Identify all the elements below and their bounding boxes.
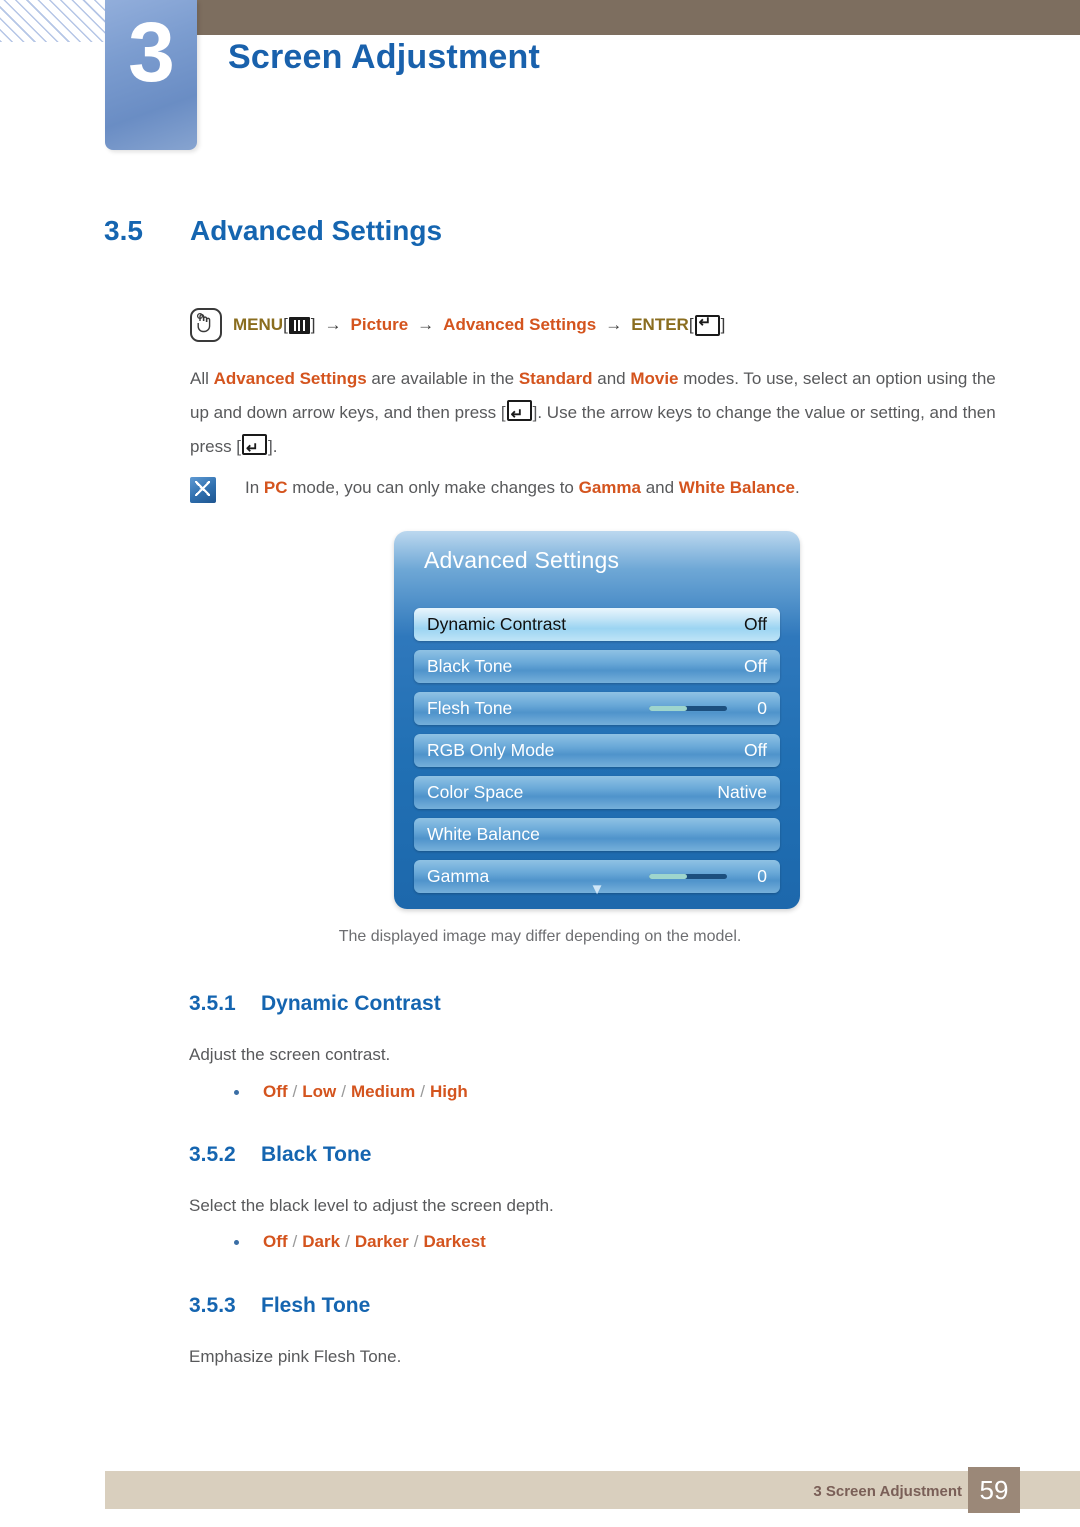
subsection-title: Flesh Tone [261,1294,371,1317]
breadcrumb-menu-label: MENU [233,315,284,334]
subsection-description: Adjust the screen contrast. [189,1045,391,1064]
osd-row[interactable]: Black Tone Off [414,650,780,683]
option-value: Dark [302,1232,341,1251]
subsection-number: 3.5.2 [189,1143,236,1166]
option-value: Off [263,1082,288,1101]
osd-slider[interactable] [649,874,728,879]
osd-row[interactable]: Dynamic Contrast Off [414,608,780,641]
note-pencil-icon [190,477,216,503]
osd-row[interactable]: Flesh Tone 0 [414,692,780,725]
osd-panel: Advanced Settings Dynamic Contrast Off Bla… [394,531,800,909]
footer-page-number: 59 [968,1467,1020,1513]
bracket-open-2: [ [688,315,694,334]
osd-row-label: Flesh Tone [427,698,513,718]
note-text: In PC mode, you can only make changes to… [245,477,800,498]
option-value: Low [302,1082,337,1101]
intro-hl-standard: Standard [518,369,593,388]
chapter-title: Screen Adjustment [228,38,540,76]
breadcrumb-arrow-3: → [605,315,623,334]
bullet-dot [234,1089,239,1095]
osd-row-value: Native [717,782,767,802]
note-hl-pc: PC [263,478,288,497]
note-text-d: . [794,478,800,497]
section-heading: 3.5 Advanced Settings [104,215,442,247]
intro-paragraph: All Advanced Settings are available in t… [190,362,1010,466]
note-hl-white-balance: White Balance [678,478,795,497]
section-number: 3.5 [104,215,143,246]
option-separator: / [292,1232,298,1251]
breadcrumb-enter-label: ENTER [631,315,689,334]
subsection-options: Off / Dark / Darker / Darkest [234,1232,486,1252]
subsection-heading: 3.5.1 Dynamic Contrast [189,992,441,1016]
option-separator: / [420,1082,425,1101]
intro-text-c: and [592,369,631,388]
breadcrumb-arrow-2: → [417,315,435,334]
subsection-title: Black Tone [261,1143,372,1166]
osd-row[interactable]: RGB Only Mode Off [414,734,780,767]
option-separator: / [341,1082,347,1101]
osd-row-value: 0 [757,698,767,718]
breadcrumb-advanced-settings: Advanced Settings [443,315,597,334]
osd-row-label: RGB Only Mode [427,740,555,760]
breadcrumb-arrow-1: → [324,315,342,334]
osd-row-value: Off [743,656,767,676]
section-title: Advanced Settings [190,215,443,246]
option-value: High [429,1082,468,1101]
osd-row-label: Dynamic Contrast [427,614,567,634]
osd-row-label: Black Tone [427,656,513,676]
option-value: Darker [354,1232,409,1251]
osd-panel-title: Advanced Settings [424,547,620,573]
subsection-description: Select the black level to adjust the scr… [189,1196,554,1215]
header-brown-bar [197,0,1080,35]
intro-text-a: All [190,369,214,388]
subsection-options: Off / Low / Medium / High [234,1082,468,1102]
note-hl-gamma: Gamma [578,478,641,497]
bracket-open: [ [283,315,288,334]
osd-caption: The displayed image may differ depending… [338,928,742,945]
subsection-heading: 3.5.2 Black Tone [189,1143,371,1167]
osd-menu-list: Dynamic Contrast Off Black Tone Off Flesh To… [414,608,780,902]
footer-chapter-label: 3 Screen Adjustment [813,1483,962,1500]
osd-scroll-down-icon[interactable]: ▼ [394,882,800,897]
intro-hl-advanced-settings: Advanced Settings [213,369,367,388]
subsection-heading: 3.5.3 Flesh Tone [189,1294,370,1318]
breadcrumb-picture: Picture [350,315,409,334]
osd-row-label: White Balance [427,824,540,844]
osd-row-value: Off [743,740,767,760]
bracket-close: ] [310,315,316,334]
decorative-hatch-pattern [0,0,112,42]
osd-row[interactable]: White Balance [414,818,780,851]
option-value: Darkest [423,1232,486,1251]
osd-slider[interactable] [649,706,728,711]
bracket-close-2: ] [720,315,726,334]
osd-row-value: Off [743,614,767,634]
subsection-number: 3.5.3 [189,1294,236,1317]
intro-hl-movie: Movie [630,369,679,388]
note-text-b: mode, you can only make changes to [287,478,579,497]
menu-bars-icon [288,316,310,334]
note-block: In PC mode, you can only make changes to… [190,477,800,503]
osd-row-label: Color Space [427,782,524,802]
enter-key-icon [694,313,720,336]
note-text-c: and [640,478,679,497]
option-value: Off [263,1232,288,1251]
intro-text-f: ]. [268,437,278,456]
chapter-number: 3 [128,5,175,99]
option-value: Medium [351,1082,416,1101]
subsection-title: Dynamic Contrast [261,992,441,1015]
subsection-description: Emphasize pink Flesh Tone. [189,1347,402,1366]
subsection-number: 3.5.1 [189,992,236,1015]
breadcrumb: MENU [] → Picture → Advanced Settings → … [190,308,725,342]
enter-key-icon-inline-2 [242,432,268,466]
option-separator: / [413,1232,419,1251]
osd-row[interactable]: Color Space Native [414,776,780,809]
intro-text-b: are available in the [366,369,519,388]
note-text-a: In [245,478,264,497]
enter-key-icon-inline-1 [506,398,532,432]
option-separator: / [292,1082,298,1101]
hand-press-icon [190,308,222,342]
option-separator: / [345,1232,350,1251]
bullet-dot [234,1239,239,1245]
chapter-tab: 3 [105,0,197,150]
